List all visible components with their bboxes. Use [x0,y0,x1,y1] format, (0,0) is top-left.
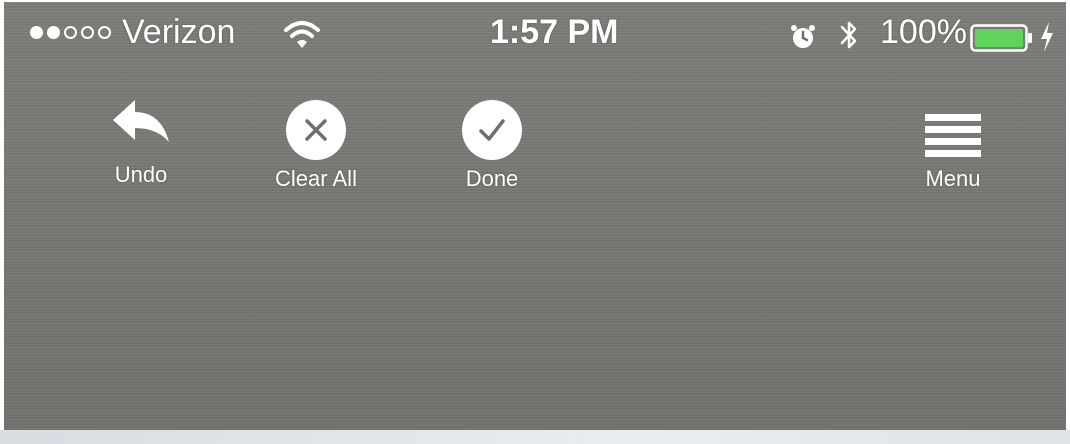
done-icon [462,100,522,160]
battery-percentage: 100% [880,13,967,51]
photo-background-edge [0,430,1070,444]
signal-dot [64,26,77,39]
signal-dot [98,26,111,39]
clear-all-label: Clear All [275,166,357,191]
carrier-name: Verizon [122,13,236,51]
menu-icon [925,114,981,157]
status-time: 1:57 PM [490,13,619,51]
menu-label: Menu [925,166,981,191]
clear-all-button[interactable]: Clear All [256,100,376,192]
signal-dot [30,26,43,39]
status-bar: Verizon 1:57 PM 100% [4,2,1066,80]
clear-all-icon [286,100,346,160]
battery-icon [970,24,1032,52]
done-label: Done [465,166,519,191]
alarm-icon [791,25,815,48]
done-button[interactable]: Done [442,100,542,192]
signal-dot [81,26,94,39]
signal-dot [47,26,60,39]
menu-button[interactable]: Menu [908,112,998,192]
undo-icon [113,100,169,142]
undo-label: Undo [114,162,168,187]
undo-button[interactable]: Undo [96,96,186,188]
charging-icon [1041,22,1053,52]
wifi-icon [284,21,320,48]
app-screen: Verizon 1:57 PM 100% Undo Clear All Done… [4,2,1066,430]
bluetooth-icon [840,21,857,49]
signal-strength-icon [30,26,111,39]
